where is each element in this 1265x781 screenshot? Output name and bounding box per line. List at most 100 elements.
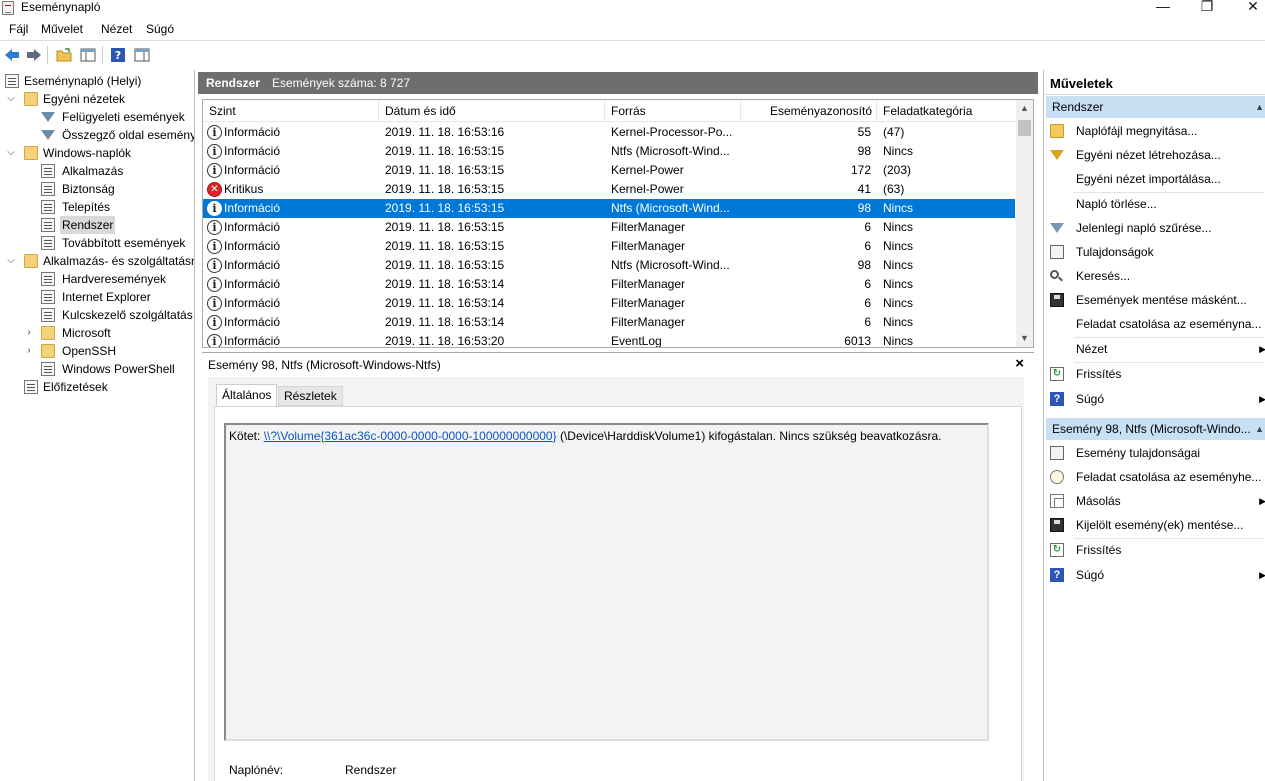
open-folder-button[interactable]: [54, 45, 74, 65]
forward-button[interactable]: [24, 45, 44, 65]
cell-task-category: (203): [883, 163, 912, 177]
event-description[interactable]: Kötet: \\?\Volume{361ac36c-0000-0000-000…: [224, 423, 989, 741]
action-properties[interactable]: Tulajdonságok: [1046, 241, 1265, 263]
action-save-selected[interactable]: Kijelölt esemény(ek) mentése...: [1046, 514, 1265, 536]
section-selected-event[interactable]: Esemény 98, Ntfs (Microsoft-Windo... ▲: [1046, 418, 1265, 440]
cell-level: Információ: [224, 201, 281, 215]
scroll-thumb[interactable]: [1018, 120, 1031, 136]
column-source[interactable]: Forrás: [605, 100, 741, 122]
tree-item-root[interactable]: Eseménynapló (Helyi): [0, 72, 194, 90]
tree-item-admin-events[interactable]: Felügyeleti események: [0, 108, 194, 126]
log-header: Rendszer Események száma: 8 727: [198, 72, 1038, 94]
tab-general[interactable]: Általános: [216, 384, 278, 406]
collapse-icon[interactable]: ▲: [1255, 96, 1264, 118]
close-details-icon[interactable]: ×: [1015, 355, 1024, 372]
action-open-log[interactable]: Naplófájl megnyitása...: [1046, 120, 1265, 142]
chevron-right-icon[interactable]: ›: [24, 324, 34, 342]
information-icon: i: [207, 277, 222, 292]
minimize-button[interactable]: —: [1140, 0, 1186, 16]
action-help[interactable]: ? Súgó ▶: [1046, 388, 1265, 410]
tree-item-forwarded[interactable]: Továbbított események: [0, 234, 194, 252]
menu-help[interactable]: Súgó: [146, 22, 174, 36]
back-button[interactable]: [2, 45, 22, 65]
tree-item-system[interactable]: Rendszer: [0, 216, 194, 234]
tree-item-custom-views[interactable]: ⌵ Egyéni nézetek: [0, 90, 194, 108]
action-pane-icon: [134, 48, 150, 62]
action-save-all[interactable]: Események mentése másként...: [1046, 289, 1265, 311]
table-row[interactable]: ✕ Kritikus 2019. 11. 18. 16:53:15 Kernel-Po…: [203, 180, 1015, 199]
section-system[interactable]: Rendszer ▲: [1046, 96, 1265, 118]
action-create-view[interactable]: Egyéni nézet létrehozása...: [1046, 144, 1265, 166]
collapse-icon[interactable]: ▲: [1255, 418, 1264, 440]
information-icon: i: [207, 239, 222, 254]
action-view[interactable]: Nézet ▶: [1046, 338, 1265, 360]
action-clear-log[interactable]: Napló törlése...: [1046, 193, 1265, 215]
chevron-down-icon[interactable]: ⌵: [6, 90, 16, 108]
table-row[interactable]: i Információ 2019. 11. 18. 16:53:16 Kernel-…: [203, 123, 1015, 142]
volume-link[interactable]: \\?\Volume{361ac36c-0000-0000-0000-10000…: [264, 429, 557, 443]
tree-item-openssh[interactable]: › OpenSSH: [0, 342, 194, 360]
chevron-down-icon[interactable]: ⌵: [6, 144, 16, 162]
tree-item-summary[interactable]: Összegző oldal eseménye: [0, 126, 194, 144]
menu-action[interactable]: Művelet: [41, 22, 83, 36]
action-refresh-event[interactable]: ↻ Frissítés: [1046, 539, 1265, 561]
maximize-button[interactable]: ❐: [1184, 0, 1230, 16]
table-row[interactable]: i Információ 2019. 11. 18. 16:53:15 Ntfs (M…: [203, 199, 1015, 218]
cell-date: 2019. 11. 18. 16:53:15: [385, 220, 505, 234]
action-filter-log[interactable]: Jelenlegi napló szűrése...: [1046, 217, 1265, 239]
action-import-view[interactable]: Egyéni nézet importálása...: [1046, 168, 1265, 190]
column-date[interactable]: Dátum és idő: [379, 100, 605, 122]
table-row[interactable]: i Információ 2019. 11. 18. 16:53:15 FilterM…: [203, 237, 1015, 256]
close-button[interactable]: ✕: [1230, 0, 1265, 16]
cell-date: 2019. 11. 18. 16:53:14: [385, 277, 505, 291]
scroll-up-icon[interactable]: ▲: [1016, 100, 1033, 117]
tree-item-hardware[interactable]: Hardveresemények: [0, 270, 194, 288]
action-find[interactable]: Keresés...: [1046, 265, 1265, 287]
action-event-properties[interactable]: Esemény tulajdonságai: [1046, 442, 1265, 464]
tree-item-subscriptions[interactable]: Előfizetések: [0, 378, 194, 396]
details-body: Általános Részletek Kötet: \\?\Volume{36…: [208, 377, 1024, 781]
column-level[interactable]: Szint: [203, 100, 379, 122]
tree-item-windows-logs[interactable]: ⌵ Windows-naplók: [0, 144, 194, 162]
menu-view[interactable]: Nézet: [101, 22, 132, 36]
cell-level: Információ: [224, 258, 281, 272]
tree-item-microsoft[interactable]: › Microsoft: [0, 324, 194, 342]
grid-scrollbar[interactable]: ▲ ▼: [1016, 100, 1033, 347]
chevron-right-icon[interactable]: ›: [24, 342, 34, 360]
tree-item-application[interactable]: Alkalmazás: [0, 162, 194, 180]
menu-file[interactable]: Fájl: [9, 22, 28, 36]
cell-event-id: 98: [857, 144, 871, 158]
chevron-down-icon[interactable]: ⌵: [6, 252, 16, 270]
action-help-event[interactable]: ? Súgó ▶: [1046, 564, 1265, 586]
event-viewer-app-icon: [2, 1, 14, 15]
action-attach-task-event[interactable]: Feladat csatolása az eseményhe...: [1046, 466, 1265, 488]
show-hide-tree-button[interactable]: [78, 45, 98, 65]
information-icon: i: [207, 125, 222, 140]
column-task-category[interactable]: Feladatkategória: [877, 100, 1018, 122]
tree-item-security[interactable]: Biztonság: [0, 180, 194, 198]
table-row[interactable]: i Információ 2019. 11. 18. 16:53:20 EventLo…: [203, 332, 1015, 347]
cell-task-category: Nincs: [883, 201, 914, 215]
tree-item-internet-explorer[interactable]: Internet Explorer: [0, 288, 194, 306]
action-attach-task-log[interactable]: Feladat csatolása az eseménynа...: [1046, 313, 1265, 335]
action-refresh[interactable]: ↻ Frissítés: [1046, 363, 1265, 385]
tab-details[interactable]: Részletek: [278, 386, 343, 406]
tree-item-app-services[interactable]: ⌵ Alkalmazás- és szolgáltatásn: [0, 252, 194, 270]
filter-icon: [41, 130, 55, 140]
help-toolbar-button[interactable]: ?: [108, 45, 128, 65]
scroll-down-icon[interactable]: ▼: [1016, 330, 1033, 347]
tree-item-powershell[interactable]: Windows PowerShell: [0, 360, 194, 378]
table-row[interactable]: i Információ 2019. 11. 18. 16:53:15 Ntfs (M…: [203, 142, 1015, 161]
tree-item-setup[interactable]: Telepítés: [0, 198, 194, 216]
table-row[interactable]: i Információ 2019. 11. 18. 16:53:15 FilterM…: [203, 218, 1015, 237]
action-copy[interactable]: Másolás ▶: [1046, 490, 1265, 512]
table-row[interactable]: i Információ 2019. 11. 18. 16:53:15 Ntfs (M…: [203, 256, 1015, 275]
table-row[interactable]: i Információ 2019. 11. 18. 16:53:14 FilterM…: [203, 275, 1015, 294]
column-event-id[interactable]: Eseményazonosító: [741, 100, 877, 122]
show-hide-action-pane-button[interactable]: [132, 45, 152, 65]
table-row[interactable]: i Információ 2019. 11. 18. 16:53:14 FilterM…: [203, 313, 1015, 332]
table-row[interactable]: i Információ 2019. 11. 18. 16:53:15 Kernel-…: [203, 161, 1015, 180]
table-row[interactable]: i Információ 2019. 11. 18. 16:53:14 FilterM…: [203, 294, 1015, 313]
properties-icon: [1050, 245, 1064, 259]
tree-item-kms[interactable]: Kulcskezelő szolgáltatás: [0, 306, 194, 324]
